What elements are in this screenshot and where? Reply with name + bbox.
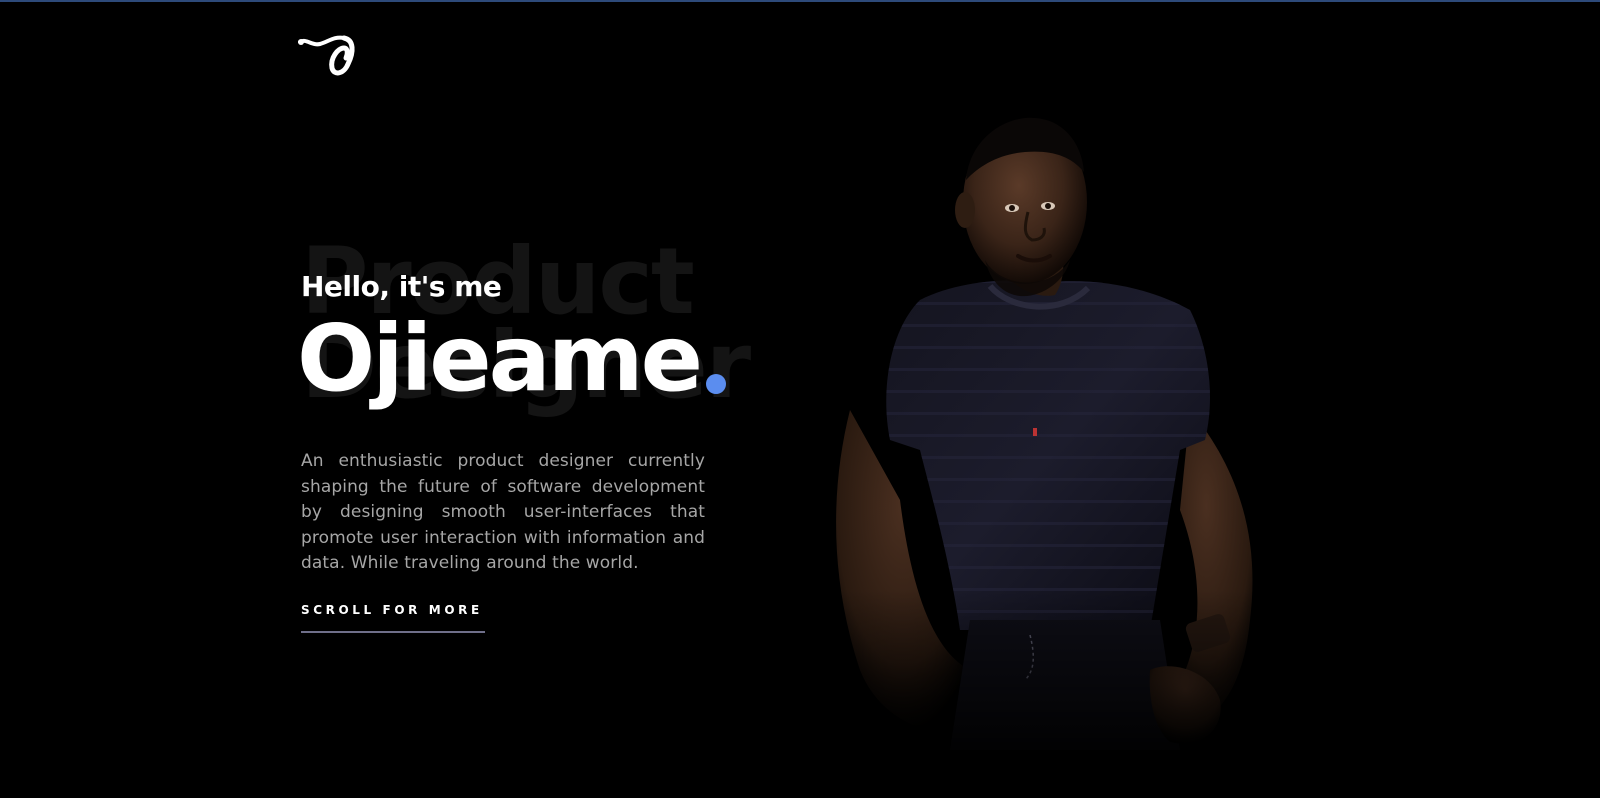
scroll-for-more-link[interactable]: SCROLL FOR MORE (301, 603, 483, 617)
logo[interactable] (298, 32, 358, 78)
name-heading: Ojieame (297, 305, 703, 412)
top-accent-bar (0, 0, 1600, 2)
scroll-link-underline (301, 631, 485, 633)
greeting-heading: Hello, it's me (301, 270, 502, 303)
bio-paragraph: An enthusiastic product designer current… (301, 451, 705, 574)
script-o-logo-icon (298, 35, 355, 76)
name-row: Ojieame (297, 304, 727, 414)
portrait-photo (820, 110, 1280, 770)
accent-dot (706, 374, 727, 394)
person-portrait-illustration (820, 117, 1280, 770)
